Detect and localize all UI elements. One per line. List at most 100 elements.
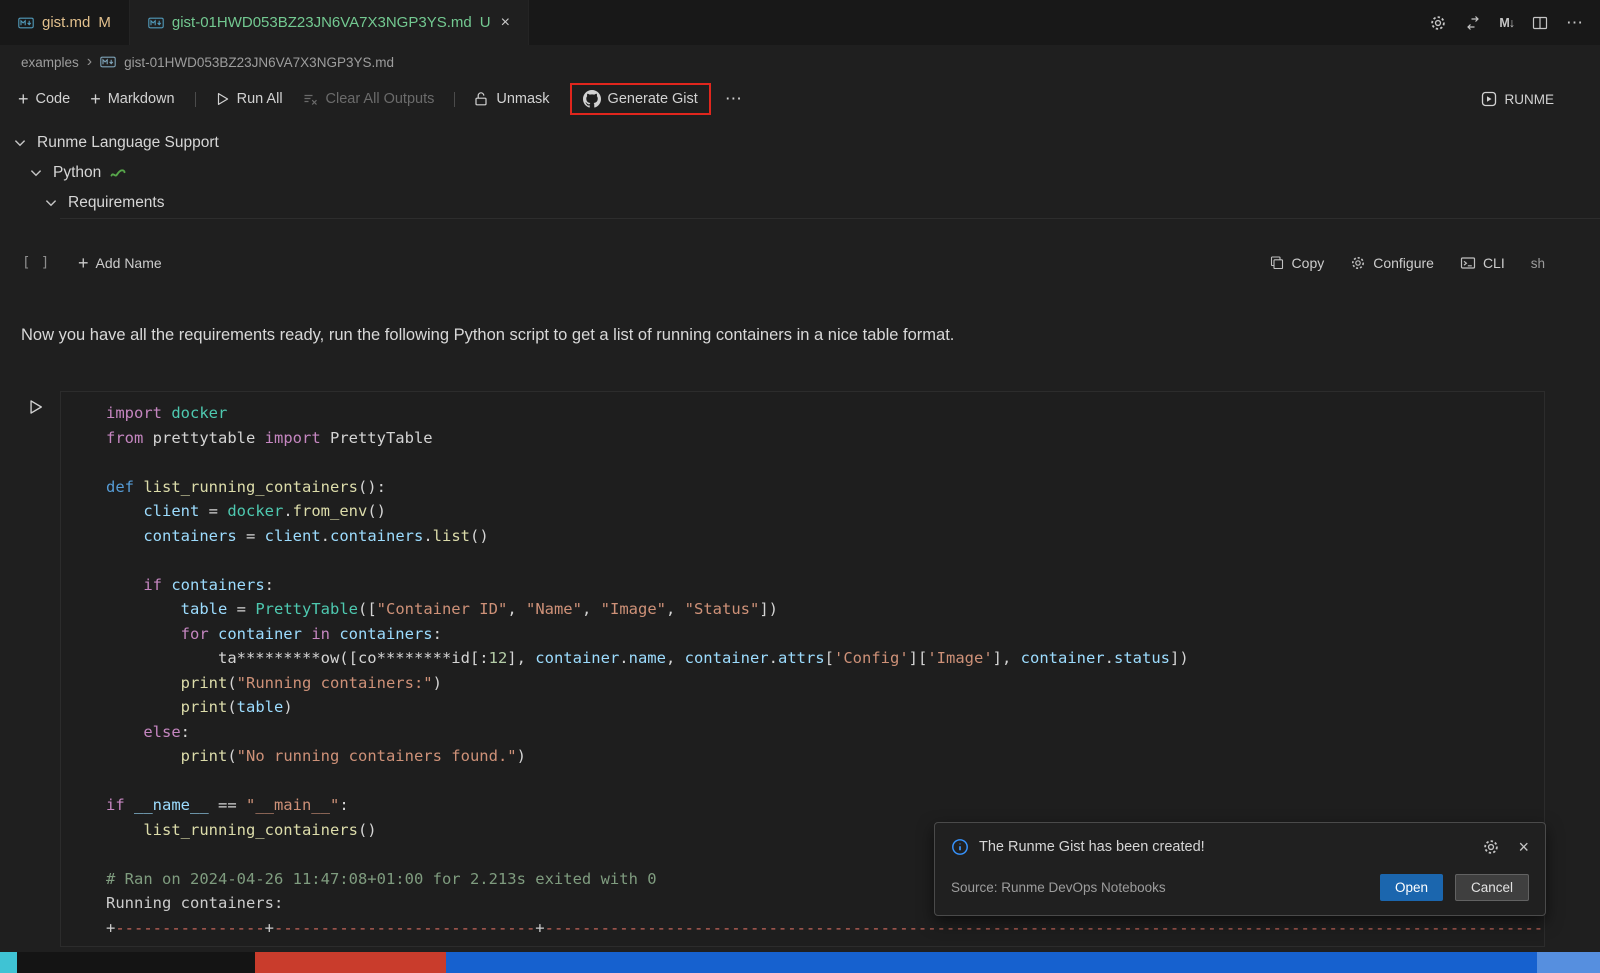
- markdown-preview-icon[interactable]: M↓: [1499, 16, 1514, 30]
- plus-icon: +: [18, 90, 29, 108]
- markdown-file-icon: [100, 54, 116, 70]
- breadcrumb: examples › gist-01HWD053BZ23JN6VA7X3NGP3…: [0, 45, 1600, 79]
- code-line: containers = client.containers.list(): [106, 524, 1536, 549]
- unlock-icon: [473, 91, 489, 107]
- runme-logo-icon: [1481, 91, 1497, 107]
- code-line: def list_running_containers():: [106, 475, 1536, 500]
- configure-button[interactable]: Configure: [1350, 255, 1434, 271]
- code-line: from prettytable import PrettyTable: [106, 426, 1536, 451]
- run-all-button[interactable]: Run All: [214, 91, 283, 107]
- cli-icon: [1460, 255, 1476, 271]
- status-segment-dark: [17, 952, 255, 973]
- git-modified-badge: M: [98, 14, 111, 31]
- code-line: print("Running containers:"): [106, 671, 1536, 696]
- compare-changes-icon[interactable]: [1465, 15, 1481, 31]
- toolbar-divider: [195, 92, 196, 107]
- add-name-label: Add Name: [96, 255, 162, 271]
- chevron-down-icon[interactable]: [43, 195, 59, 211]
- close-tab-icon[interactable]: ×: [501, 14, 510, 32]
- generate-gist-highlight: Generate Gist: [570, 83, 711, 115]
- toast-message: The Runme Gist has been created!: [979, 839, 1205, 855]
- open-button[interactable]: Open: [1380, 874, 1443, 901]
- add-markdown-button[interactable]: + Markdown: [90, 90, 174, 108]
- status-segment-blue: [446, 952, 1537, 973]
- breadcrumb-file[interactable]: gist-01HWD053BZ23JN6VA7X3NGP3YS.md: [124, 55, 394, 70]
- unmask-button[interactable]: Unmask: [473, 91, 549, 107]
- code-line: else:: [106, 720, 1536, 745]
- heading-label: Requirements: [68, 194, 165, 212]
- code-line: client = docker.from_env(): [106, 499, 1536, 524]
- markdown-file-icon: [18, 15, 34, 31]
- more-actions-icon[interactable]: ⋯: [1566, 13, 1584, 33]
- cell-divider: [60, 218, 1600, 219]
- github-icon: [583, 90, 601, 108]
- heading-runme-language-support[interactable]: Runme Language Support: [0, 128, 1600, 158]
- copy-button[interactable]: Copy: [1269, 255, 1325, 271]
- add-name-button[interactable]: + Add Name: [78, 254, 162, 272]
- configure-label: Configure: [1373, 255, 1434, 271]
- add-code-button[interactable]: + Code: [18, 90, 70, 108]
- info-icon: [951, 838, 969, 856]
- cli-button[interactable]: CLI: [1460, 255, 1505, 271]
- close-notification-icon[interactable]: ×: [1518, 838, 1529, 856]
- unmask-label: Unmask: [496, 91, 549, 107]
- code-line: [106, 450, 1536, 475]
- notebook-outline: Runme Language Support Python Requiremen…: [0, 119, 1600, 218]
- markdown-file-icon: [148, 15, 164, 31]
- code-line: for container in containers:: [106, 622, 1536, 647]
- generate-gist-button[interactable]: Generate Gist: [583, 90, 698, 108]
- generate-gist-label: Generate Gist: [608, 91, 698, 107]
- code-line: [106, 548, 1536, 573]
- run-all-icon: [214, 91, 230, 107]
- tab-gist-md[interactable]: gist.md M: [0, 0, 130, 45]
- git-untracked-badge: U: [480, 14, 491, 31]
- status-segment-lightblue: [1537, 952, 1600, 973]
- add-code-label: Code: [36, 91, 71, 107]
- cell-execution-gutter: [ ]: [22, 255, 50, 271]
- notebook-toolbar: + Code + Markdown Run All Clear All Outp…: [0, 79, 1600, 119]
- code-line: ta*********ow([co********id[:12], contai…: [106, 646, 1536, 671]
- code-line: table = PrettyTable(["Container ID", "Na…: [106, 597, 1536, 622]
- heading-label: Python: [53, 164, 101, 182]
- add-markdown-label: Markdown: [108, 91, 175, 107]
- code-line: import docker: [106, 401, 1536, 426]
- tab-label: gist-01HWD053BZ23JN6VA7X3NGP3YS.md: [172, 14, 472, 31]
- cell-language-label[interactable]: sh: [1531, 256, 1545, 271]
- shell-cell-toolbar: [ ] + Add Name Copy Configure CLI sh: [0, 244, 1600, 282]
- plus-icon: +: [78, 254, 89, 272]
- code-line: if __name__ == "__main__":: [106, 793, 1536, 818]
- breadcrumb-folder[interactable]: examples: [21, 55, 79, 70]
- gear-icon: [1350, 255, 1366, 271]
- chevron-down-icon[interactable]: [12, 135, 28, 151]
- toast-source: Source: Runme DevOps Notebooks: [951, 880, 1166, 895]
- copy-label: Copy: [1292, 255, 1325, 271]
- runme-button[interactable]: RUNME: [1481, 91, 1600, 107]
- run-cell-button[interactable]: [26, 398, 44, 416]
- clear-all-icon: [303, 91, 319, 107]
- cancel-button[interactable]: Cancel: [1455, 874, 1529, 901]
- chevron-down-icon[interactable]: [28, 165, 44, 181]
- clear-all-outputs-button[interactable]: Clear All Outputs: [303, 91, 435, 107]
- notification-toast: The Runme Gist has been created! × Sourc…: [934, 822, 1546, 916]
- status-strip: [0, 952, 1600, 973]
- run-all-label: Run All: [237, 91, 283, 107]
- copy-icon: [1269, 255, 1285, 271]
- more-actions-icon[interactable]: ⋯: [725, 89, 743, 109]
- notification-settings-icon[interactable]: [1482, 838, 1500, 856]
- settings-gear-icon[interactable]: [1429, 14, 1447, 32]
- cli-label: CLI: [1483, 255, 1505, 271]
- code-line: print(table): [106, 695, 1536, 720]
- code-line: print("No running containers found."): [106, 744, 1536, 769]
- toolbar-divider: [454, 92, 455, 107]
- status-segment-red: [255, 952, 446, 973]
- heading-label: Runme Language Support: [37, 134, 219, 152]
- tab-bar: gist.md M gist-01HWD053BZ23JN6VA7X3NGP3Y…: [0, 0, 1600, 45]
- editor-actions: M↓ ⋯: [1429, 0, 1600, 45]
- split-editor-icon[interactable]: [1532, 15, 1548, 31]
- tab-gist-file[interactable]: gist-01HWD053BZ23JN6VA7X3NGP3YS.md U ×: [130, 0, 529, 45]
- heading-python[interactable]: Python: [0, 158, 1600, 188]
- plus-icon: +: [90, 90, 101, 108]
- markdown-paragraph: Now you have all the requirements ready,…: [21, 323, 1545, 347]
- code-line: +----------------+----------------------…: [106, 916, 1536, 941]
- heading-requirements[interactable]: Requirements: [0, 188, 1600, 218]
